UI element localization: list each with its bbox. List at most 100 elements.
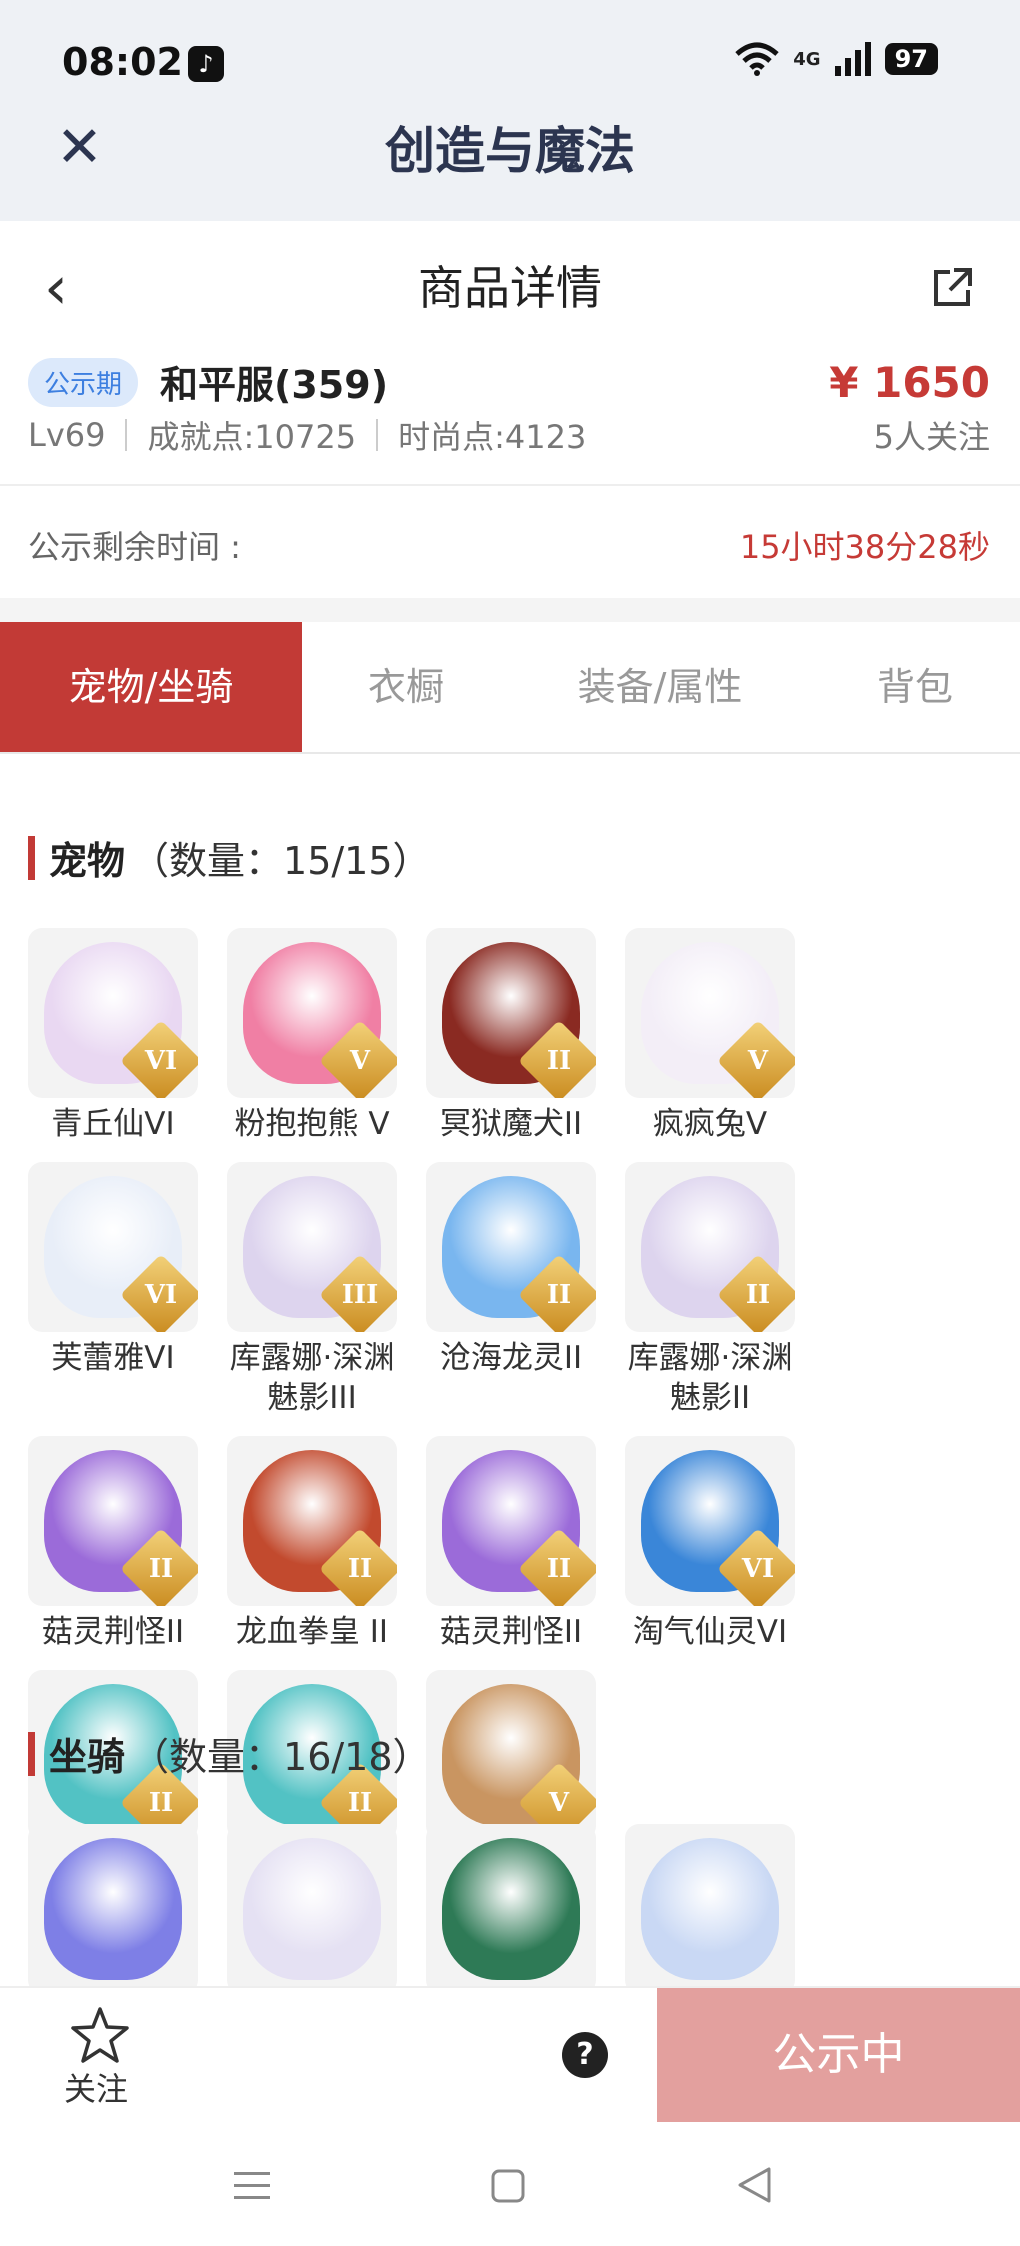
pet-item[interactable]: II 沧海龙灵II xyxy=(426,1162,596,1418)
pet-thumbnail: VI xyxy=(28,928,198,1098)
rank-label: III xyxy=(341,1280,379,1310)
mount-thumbnail xyxy=(28,1824,198,1994)
pet-item[interactable]: II 菇灵荆怪II xyxy=(426,1436,596,1652)
divider xyxy=(125,419,128,451)
section-accent xyxy=(28,1731,35,1776)
battery-indicator: 97 xyxy=(884,43,938,75)
rank-label: V xyxy=(349,1046,371,1076)
rank-badge: III xyxy=(318,1253,397,1332)
rank-label: VI xyxy=(144,1280,178,1310)
pet-thumbnail: VI xyxy=(28,1162,198,1332)
rank-label: II xyxy=(347,1554,373,1584)
account-stats: Lv69 成就点:10725 时尚点:4123 xyxy=(28,412,586,458)
pet-name: 龙血拳皇 II xyxy=(235,1614,389,1650)
pet-thumbnail: V xyxy=(625,928,795,1098)
divider xyxy=(376,419,379,451)
rank-badge: II xyxy=(517,1527,596,1606)
pet-thumbnail: III xyxy=(227,1162,397,1332)
pet-name: 库露娜·深渊魅影III xyxy=(229,1340,395,1416)
home-icon[interactable] xyxy=(490,2168,526,2204)
rank-badge: V xyxy=(716,1019,795,1098)
follower-count: 5人关注 xyxy=(873,418,990,456)
pet-name: 淘气仙灵VI xyxy=(632,1614,788,1650)
mount-thumbnail xyxy=(227,1824,397,1994)
server-name: 和平服(359) xyxy=(160,363,389,407)
pet-thumbnail: II xyxy=(227,1436,397,1606)
pet-name: 粉抱抱熊 V xyxy=(234,1106,390,1142)
pet-item[interactable]: II 冥狱魔犬II xyxy=(426,928,596,1144)
pet-item[interactable]: II 龙血拳皇 II xyxy=(227,1436,397,1652)
divider xyxy=(0,484,1020,486)
publicity-status-button[interactable]: 公示中 xyxy=(657,1988,1020,2122)
pet-thumbnail: II xyxy=(625,1162,795,1332)
pet-item[interactable]: V 粉抱抱熊 V xyxy=(227,928,397,1144)
mounts-title: 坐骑 xyxy=(49,1735,126,1779)
mount-portrait xyxy=(442,1838,580,1980)
pet-thumbnail: V xyxy=(227,928,397,1098)
share-icon[interactable] xyxy=(930,266,974,310)
rank-badge: II xyxy=(119,1527,198,1606)
tab-pets-mounts[interactable]: 宠物/坐骑 xyxy=(0,622,302,752)
signal-icon xyxy=(834,42,871,76)
achievement-points: 成就点:10725 xyxy=(147,418,357,456)
pet-name: 芙蕾雅VI xyxy=(51,1340,175,1376)
pet-name: 沧海龙灵II xyxy=(439,1340,583,1376)
rank-label: II xyxy=(546,1046,572,1076)
menu-icon[interactable] xyxy=(232,2168,272,2204)
price: ¥ 1650 xyxy=(829,358,990,407)
rank-label: II xyxy=(546,1554,572,1584)
section-accent xyxy=(28,835,35,880)
status-time: 08:02 xyxy=(62,40,183,84)
pet-item[interactable]: V 疯疯兔V xyxy=(625,928,795,1144)
pet-item[interactable]: VI 淘气仙灵VI xyxy=(625,1436,795,1652)
pet-item[interactable]: VI 青丘仙VI xyxy=(28,928,198,1144)
rank-badge: II xyxy=(517,1019,596,1098)
follow-button[interactable]: 关注 xyxy=(64,2064,128,2110)
mount-item[interactable] xyxy=(28,1824,198,1994)
rank-badge: II xyxy=(318,1527,397,1606)
mount-item[interactable] xyxy=(625,1824,795,1994)
mount-thumbnail xyxy=(426,1824,596,1994)
pet-thumbnail: II xyxy=(426,1162,596,1332)
rank-badge: VI xyxy=(716,1527,795,1606)
rank-label: VI xyxy=(144,1046,178,1076)
pet-item[interactable]: II 库露娜·深渊魅影II xyxy=(625,1162,795,1418)
mount-thumbnail xyxy=(625,1824,795,1994)
rank-label: VI xyxy=(741,1554,775,1584)
pet-item[interactable]: II 菇灵荆怪II xyxy=(28,1436,198,1652)
pets-count: （数量：15/15） xyxy=(131,839,431,883)
rank-badge: VI xyxy=(119,1253,198,1332)
mounts-count: （数量：16/18） xyxy=(131,1735,431,1779)
fashion-points: 时尚点:4123 xyxy=(398,418,587,456)
star-icon[interactable] xyxy=(70,2006,130,2064)
pet-item[interactable]: III 库露娜·深渊魅影III xyxy=(227,1162,397,1418)
mount-item[interactable] xyxy=(426,1824,596,1994)
pet-name: 疯疯兔V xyxy=(652,1106,768,1142)
tab-wardrobe[interactable]: 衣橱 xyxy=(302,622,510,752)
app-title: 创造与魔法 xyxy=(385,122,635,180)
rank-badge: II xyxy=(716,1253,795,1332)
mount-portrait xyxy=(243,1838,381,1980)
tiktok-notification-icon: ♪ xyxy=(188,46,224,82)
help-icon[interactable]: ? xyxy=(562,2032,608,2078)
status-icons: 4G 97 xyxy=(735,42,938,76)
network-type: 4G xyxy=(793,48,821,70)
rank-label: II xyxy=(148,1554,174,1584)
level: Lv69 xyxy=(28,416,106,454)
mount-item[interactable] xyxy=(227,1824,397,1994)
tab-equipment[interactable]: 装备/属性 xyxy=(510,622,810,752)
pet-thumbnail: II xyxy=(28,1436,198,1606)
back-nav-icon[interactable] xyxy=(736,2166,774,2204)
page-title: 商品详情 xyxy=(418,261,602,315)
pets-title: 宠物 xyxy=(49,839,126,883)
pet-thumbnail: II xyxy=(426,1436,596,1606)
wifi-icon xyxy=(735,42,779,76)
tab-backpack[interactable]: 背包 xyxy=(810,622,1020,752)
pet-thumbnail: V xyxy=(426,1670,596,1840)
rank-label: V xyxy=(747,1046,769,1076)
rank-badge: V xyxy=(318,1019,397,1098)
pet-item[interactable]: VI 芙蕾雅VI xyxy=(28,1162,198,1418)
mount-portrait xyxy=(641,1838,779,1980)
rank-badge: VI xyxy=(119,1019,198,1098)
pet-name: 青丘仙VI xyxy=(51,1106,175,1142)
